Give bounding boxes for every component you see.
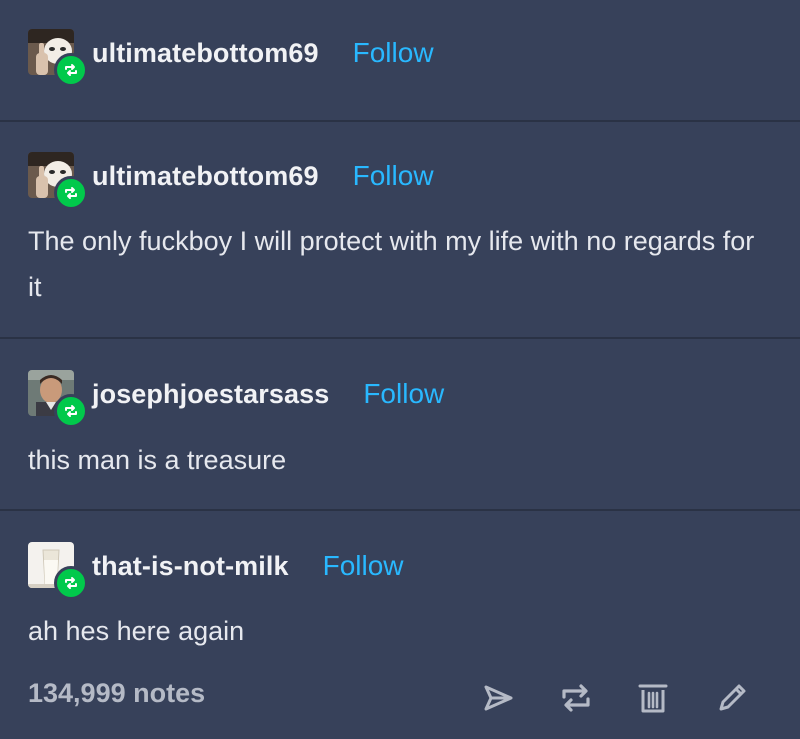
avatar-wrap[interactable]: [28, 370, 88, 428]
post-text: this man is a treasure: [28, 445, 287, 475]
post-author-row: ultimatebottom69 Follow: [28, 25, 434, 87]
post-username[interactable]: ultimatebottom69: [92, 161, 319, 192]
post-divider: [0, 120, 800, 122]
notes-count[interactable]: 134,999 notes: [28, 678, 205, 709]
post-username[interactable]: ultimatebottom69: [92, 38, 319, 69]
edit-icon[interactable]: [712, 678, 752, 718]
reblog-badge-icon: [54, 394, 88, 428]
avatar-wrap[interactable]: [28, 29, 88, 87]
post-divider: [0, 337, 800, 339]
reblog-badge-icon: [54, 566, 88, 600]
delete-icon[interactable]: [633, 678, 673, 718]
avatar-wrap[interactable]: [28, 152, 88, 210]
post-username[interactable]: that-is-not-milk: [92, 551, 289, 582]
reblog-badge-icon: [54, 176, 88, 210]
post-username[interactable]: josephjoestarsass: [92, 379, 329, 410]
post-author-row: that-is-not-milk Follow: [28, 538, 404, 600]
follow-button[interactable]: Follow: [353, 37, 434, 69]
post-author-row: ultimatebottom69 Follow: [28, 148, 434, 210]
post-text: The only fuckboy I will protect with my …: [28, 226, 755, 302]
post-text: ah hes here again: [28, 616, 245, 646]
share-icon[interactable]: [478, 678, 518, 718]
follow-button[interactable]: Follow: [353, 160, 434, 192]
reblog-badge-icon: [54, 53, 88, 87]
follow-button[interactable]: Follow: [363, 378, 444, 410]
avatar-wrap[interactable]: [28, 542, 88, 600]
post-divider: [0, 509, 800, 511]
follow-button[interactable]: Follow: [323, 550, 404, 582]
reblog-icon[interactable]: [556, 678, 596, 718]
post-author-row: josephjoestarsass Follow: [28, 366, 444, 428]
